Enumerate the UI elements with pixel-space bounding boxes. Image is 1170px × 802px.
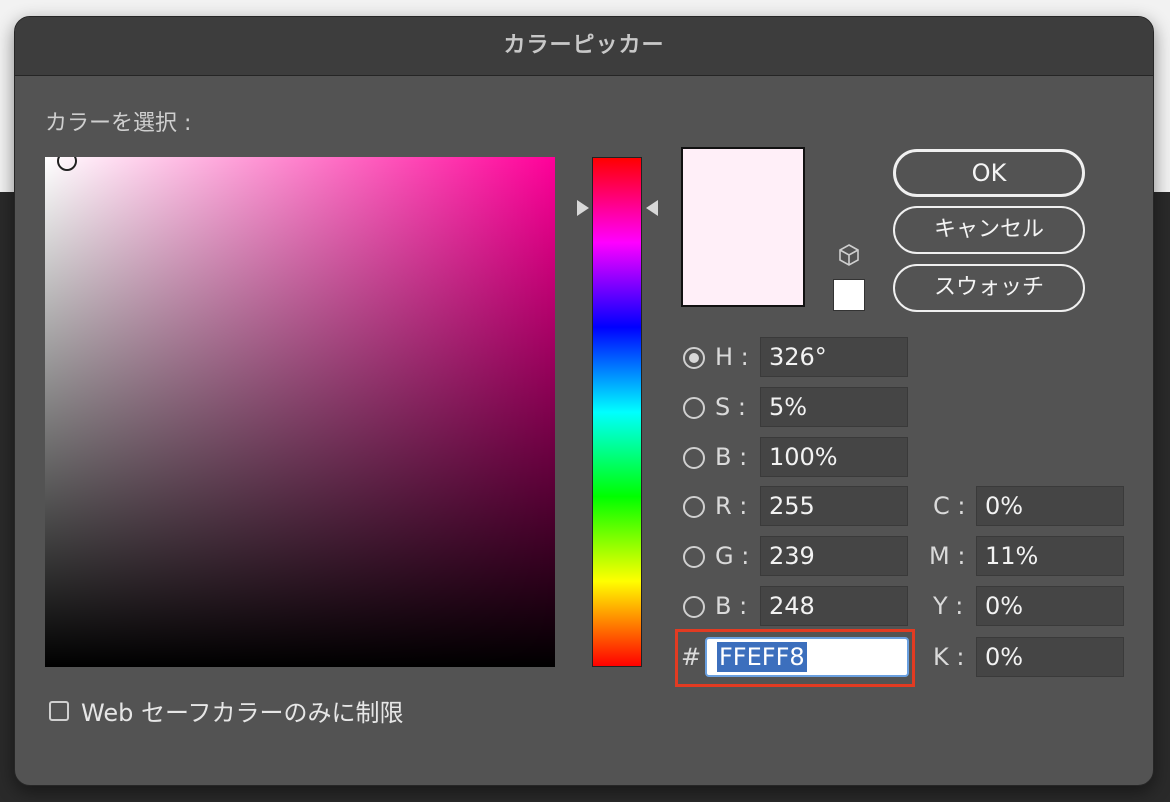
hue-slider[interactable] (592, 157, 642, 667)
black-label: K : (933, 643, 965, 671)
radio-saturation[interactable] (683, 397, 705, 419)
cyan-label: C : (933, 492, 966, 520)
hue-label: H : (715, 343, 749, 371)
green-field[interactable]: 239 (760, 536, 908, 576)
saturation-brightness-field[interactable] (45, 157, 555, 667)
green-label: G : (715, 542, 750, 570)
color-picker-dialog: カラーピッカー カラーを選択 : OK キャンセル スウォッチ H : 326°… (14, 16, 1154, 786)
radio-blue[interactable] (683, 596, 705, 618)
yellow-field[interactable]: 0% (976, 586, 1124, 626)
hex-value: FFEFF8 (717, 642, 807, 672)
hex-field[interactable]: FFEFF8 (705, 637, 909, 677)
hex-label: # (681, 643, 702, 671)
magenta-field[interactable]: 11% (976, 536, 1124, 576)
red-label: R : (715, 492, 748, 520)
web-safe-checkbox[interactable] (49, 701, 69, 721)
new-color-preview (681, 147, 805, 307)
blue-label: B : (715, 592, 748, 620)
dialog-title: カラーピッカー (503, 33, 665, 58)
red-field[interactable]: 255 (760, 486, 908, 526)
black-field[interactable]: 0% (976, 637, 1124, 677)
radio-red[interactable] (683, 496, 705, 518)
cyan-field[interactable]: 0% (976, 486, 1124, 526)
brightness-label: B : (715, 443, 748, 471)
brightness-field[interactable]: 100% (760, 437, 908, 477)
radio-green[interactable] (683, 546, 705, 568)
color-cursor[interactable] (57, 157, 77, 171)
hue-field[interactable]: 326° (760, 337, 908, 377)
select-color-label: カラーを選択 : (45, 111, 192, 136)
magenta-label: M : (929, 542, 966, 570)
saturation-label: S : (715, 393, 746, 421)
hue-pointer-right-icon[interactable] (646, 200, 658, 216)
blue-field[interactable]: 248 (760, 586, 908, 626)
hue-pointer-left-icon[interactable] (577, 200, 589, 216)
ok-button[interactable]: OK (893, 149, 1085, 197)
cube-icon[interactable] (837, 243, 861, 267)
web-safe-swatch[interactable] (833, 279, 865, 311)
title-bar[interactable]: カラーピッカー (15, 17, 1153, 76)
swatches-button[interactable]: スウォッチ (893, 264, 1085, 312)
radio-brightness[interactable] (683, 447, 705, 469)
radio-hue[interactable] (683, 347, 705, 369)
web-safe-label[interactable]: Web セーフカラーのみに制限 (81, 693, 404, 728)
saturation-field[interactable]: 5% (760, 387, 908, 427)
yellow-label: Y : (933, 592, 964, 620)
cancel-button[interactable]: キャンセル (893, 206, 1085, 254)
